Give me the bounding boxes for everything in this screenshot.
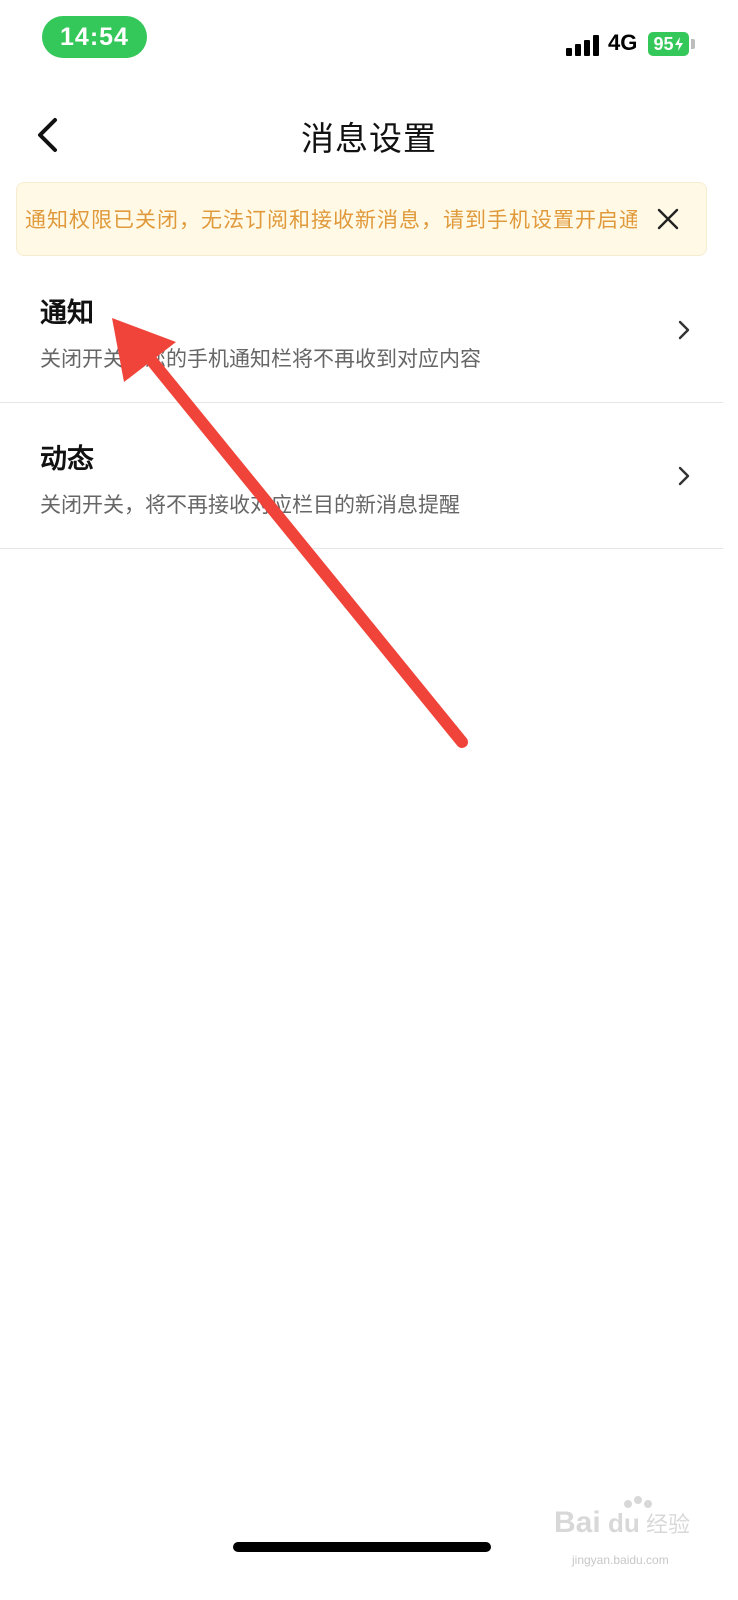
notice-close-button[interactable] — [656, 207, 680, 231]
row-description: 关闭开关，将不再接收对应栏目的新消息提醒 — [40, 493, 460, 517]
signal-strength-icon — [566, 34, 600, 56]
nav-header: 消息设置 — [0, 90, 738, 180]
svg-text:du: du — [608, 1508, 640, 1538]
row-title: 动态 — [40, 444, 94, 475]
settings-row-dynamic[interactable]: 动态 关闭开关，将不再接收对应栏目的新消息提醒 — [0, 403, 723, 548]
status-time: 14:54 — [42, 16, 147, 58]
battery-tip — [691, 39, 695, 49]
chevron-right-icon — [678, 320, 690, 340]
permission-notice-banner: 通知权限已关闭，无法订阅和接收新消息，请到手机设置开启通知权限 — [16, 182, 707, 256]
row-description: 关闭开关，您的手机通知栏将不再收到对应内容 — [40, 347, 481, 371]
close-icon — [657, 208, 679, 230]
page-title: 消息设置 — [301, 119, 437, 158]
settings-row-notification[interactable]: 通知 关闭开关，您的手机通知栏将不再收到对应内容 — [0, 257, 723, 402]
network-type: 4G — [608, 30, 638, 55]
row-title: 通知 — [40, 298, 94, 329]
battery-level: 95 — [653, 33, 674, 54]
chevron-right-icon — [678, 466, 690, 486]
svg-text:经验: 经验 — [646, 1513, 690, 1538]
row-divider — [0, 548, 723, 549]
baidu-watermark-logo: Bai du 经验 — [554, 1496, 690, 1539]
charging-bolt-icon — [674, 37, 683, 51]
status-bar: 14:54 4G 95 — [0, 0, 738, 80]
battery-icon: 95 — [648, 32, 689, 56]
svg-text:Bai: Bai — [554, 1506, 601, 1539]
home-indicator[interactable] — [233, 1542, 491, 1552]
watermark-url: jingyan.baidu.com — [572, 1553, 669, 1567]
notice-text: 通知权限已关闭，无法订阅和接收新消息，请到手机设置开启通知权限 — [25, 208, 637, 232]
